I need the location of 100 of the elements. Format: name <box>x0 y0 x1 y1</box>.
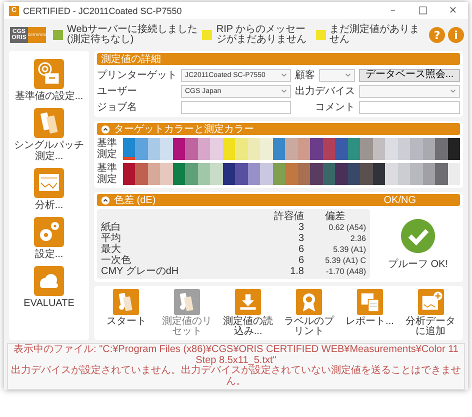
color-swatch[interactable] <box>272 138 286 160</box>
color-swatch[interactable] <box>372 138 386 160</box>
sidebar-item[interactable]: 基準値の設定... <box>14 59 84 102</box>
color-swatch[interactable] <box>310 163 323 185</box>
cloud-icon <box>34 266 64 296</box>
color-swatch[interactable] <box>335 163 348 185</box>
color-swatch[interactable] <box>322 163 336 185</box>
import-icon <box>235 289 262 315</box>
color-swatch[interactable] <box>248 138 260 160</box>
color-swatch[interactable] <box>398 163 410 185</box>
collapse-icon[interactable] <box>101 124 110 134</box>
target-icon <box>34 59 64 89</box>
color-swatch[interactable] <box>148 138 160 160</box>
action-button[interactable]: スタート <box>96 289 157 337</box>
color-swatch[interactable] <box>248 163 260 185</box>
caret-icon <box>450 89 456 93</box>
color-swatch[interactable] <box>348 138 360 160</box>
table-cell-text: 一次色 <box>101 255 132 266</box>
color-swatch[interactable] <box>185 163 198 185</box>
field-label: 顧客 <box>295 68 315 82</box>
table-cell-text: CMY グレーのdH <box>101 266 180 277</box>
action-button[interactable]: レポート... <box>339 289 400 337</box>
color-swatch[interactable] <box>260 138 273 160</box>
table-cell-text: 6 <box>297 255 304 266</box>
color-swatch[interactable] <box>272 163 286 185</box>
sidebar-item[interactable]: 設定... <box>34 217 64 260</box>
job-name-field[interactable] <box>181 100 291 114</box>
color-swatch[interactable] <box>198 163 210 185</box>
action-button[interactable]: 測定値の読込み... <box>218 289 278 337</box>
color-swatch[interactable] <box>185 138 198 160</box>
color-swatch[interactable] <box>148 163 160 185</box>
comment-field[interactable] <box>359 100 460 114</box>
status-text: RIP からのメッセージがまだありません <box>216 25 308 45</box>
color-swatch[interactable] <box>160 138 173 160</box>
table-cell-text: 6 <box>297 244 304 255</box>
color-swatch[interactable] <box>435 138 448 160</box>
sidebar-item[interactable]: 分析... <box>34 168 64 211</box>
color-swatch[interactable] <box>435 163 448 185</box>
color-swatch[interactable] <box>372 163 386 185</box>
section-header: ターゲットカラーと測定カラー <box>97 123 460 135</box>
field-label: コメント <box>314 101 355 114</box>
section-header: 色差 (dE) OK/NG <box>97 194 460 206</box>
database-button[interactable]: データベース照会... <box>359 68 460 82</box>
status-text: Webサーバーに接続しました (測定待ちなし) <box>67 25 198 45</box>
collapse-icon[interactable] <box>101 196 110 204</box>
color-swatch[interactable] <box>360 138 373 160</box>
color-swatch[interactable] <box>348 163 360 185</box>
color-swatch[interactable] <box>298 138 310 160</box>
output-device-select[interactable] <box>359 84 460 98</box>
color-swatch[interactable] <box>422 163 436 185</box>
table-cell-text: -1.70 (A48) <box>324 266 366 277</box>
color-swatch[interactable] <box>335 138 348 160</box>
color-swatch[interactable] <box>385 138 398 160</box>
color-swatch[interactable] <box>448 138 460 160</box>
color-swatch[interactable] <box>448 163 460 185</box>
caret-icon <box>345 73 351 77</box>
color-swatch[interactable] <box>222 138 236 160</box>
color-swatch[interactable] <box>260 163 273 185</box>
window-control[interactable]: × <box>438 2 468 19</box>
color-swatch[interactable] <box>398 138 410 160</box>
color-swatch[interactable] <box>410 138 423 160</box>
sidebar-item[interactable]: シングルパッチ測定... <box>11 108 87 162</box>
window-control[interactable]: □ <box>408 2 438 19</box>
table-cell-text: 3 <box>297 233 304 244</box>
table-cell-text: 最大 <box>101 244 122 255</box>
status-message: 出力デバイスが設定されていません。出力デバイスが設定されていない測定値を送ることはできません。 <box>10 366 462 387</box>
row-label: 基準 <box>97 163 118 174</box>
color-swatch[interactable] <box>222 163 236 185</box>
caret-icon <box>281 89 287 93</box>
color-swatch[interactable] <box>210 138 223 160</box>
customer-select[interactable] <box>319 68 355 82</box>
color-swatch[interactable] <box>172 163 186 185</box>
color-swatch[interactable] <box>360 163 373 185</box>
color-swatch[interactable] <box>135 163 148 185</box>
field-label: ユーザー <box>97 85 138 98</box>
field-label: プリンターゲット <box>97 68 177 82</box>
color-swatch[interactable] <box>172 138 186 160</box>
color-swatch[interactable] <box>385 163 398 185</box>
sidebar-item[interactable]: EVALUATE <box>24 266 74 309</box>
action-button[interactable]: ラベルのプリント <box>278 289 340 337</box>
window-control[interactable]: – <box>378 2 408 19</box>
color-swatch[interactable] <box>198 138 210 160</box>
color-swatch[interactable] <box>235 138 248 160</box>
color-swatch[interactable] <box>235 163 248 185</box>
table-cell-text: 紙白 <box>101 222 122 233</box>
color-swatch[interactable] <box>123 163 136 185</box>
action-button[interactable]: 分析データに追加 <box>400 289 461 337</box>
color-swatch[interactable] <box>135 138 148 160</box>
add-icon <box>418 289 444 315</box>
color-swatch[interactable] <box>123 138 136 160</box>
color-swatch[interactable] <box>410 163 423 185</box>
color-swatch[interactable] <box>310 138 323 160</box>
color-swatch[interactable] <box>285 138 298 160</box>
caret-icon <box>281 73 287 77</box>
color-swatch[interactable] <box>285 163 298 185</box>
color-swatch[interactable] <box>210 163 223 185</box>
color-swatch[interactable] <box>322 138 336 160</box>
color-swatch[interactable] <box>298 163 310 185</box>
color-swatch[interactable] <box>422 138 436 160</box>
color-swatch[interactable] <box>160 163 173 185</box>
